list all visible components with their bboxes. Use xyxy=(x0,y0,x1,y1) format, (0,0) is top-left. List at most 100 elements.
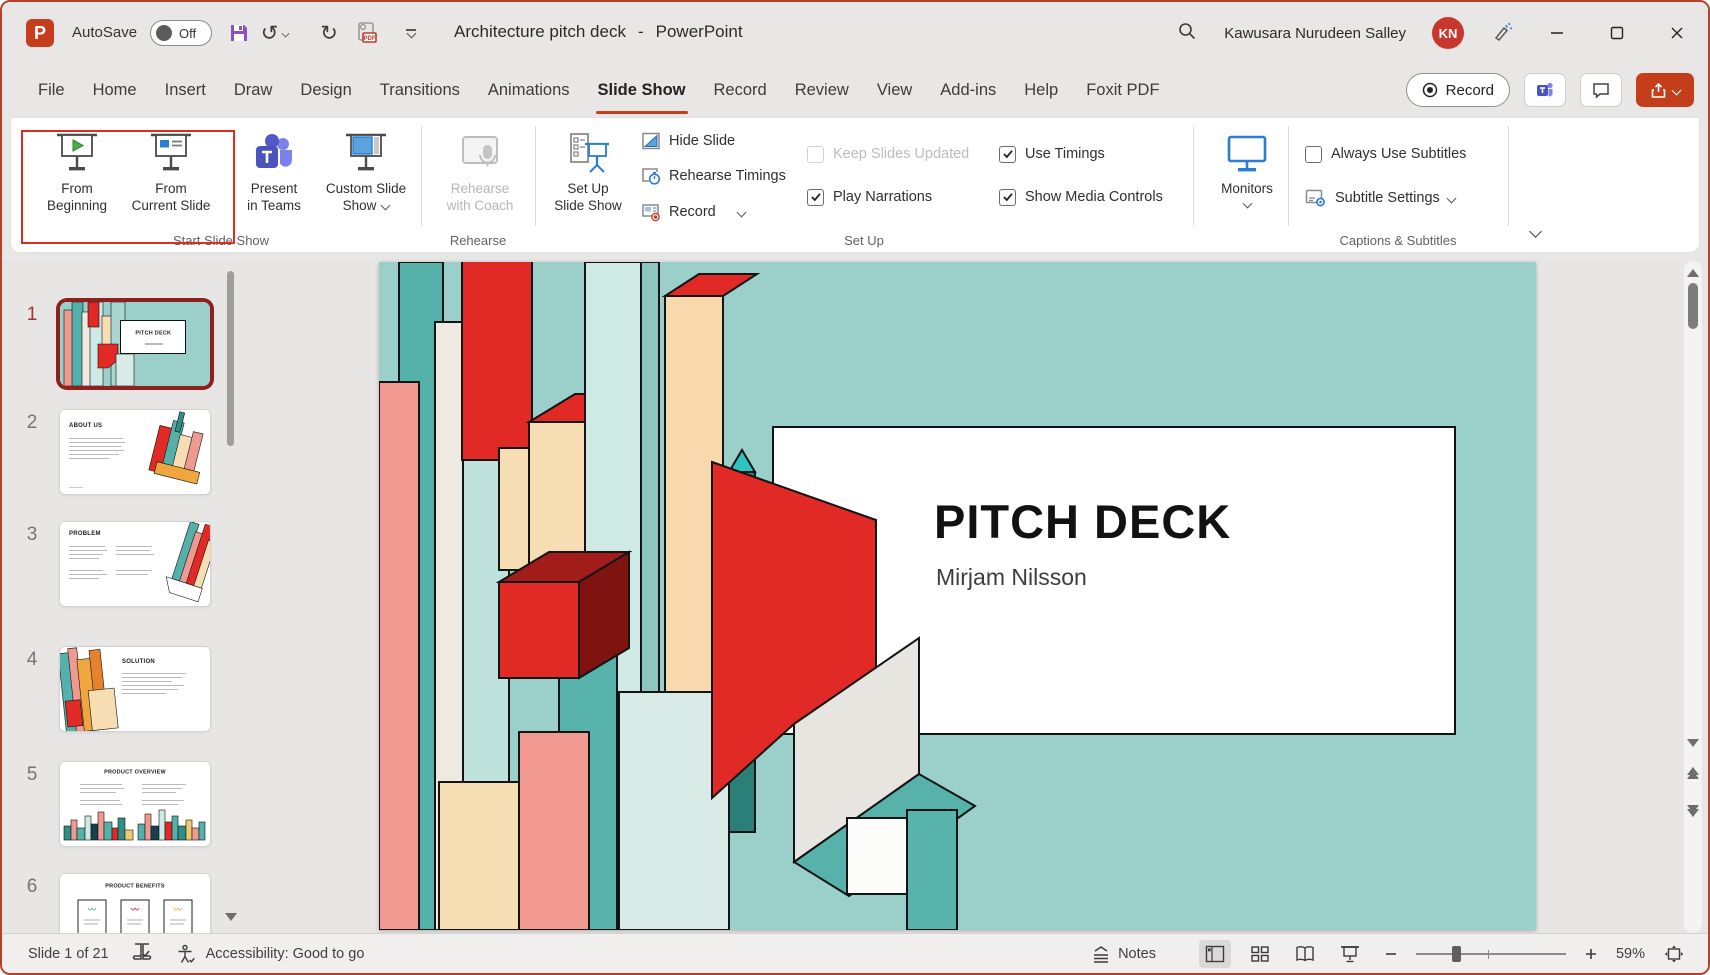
customize-quick-access-toolbar-button[interactable] xyxy=(396,18,426,48)
slide-show-view-button[interactable] xyxy=(1334,940,1366,968)
rehearse-with-coach-button[interactable]: Rehearse with Coach xyxy=(431,128,529,230)
hide-slide-button[interactable]: Hide Slide xyxy=(641,127,735,155)
minus-icon xyxy=(1385,952,1396,955)
set-up-slide-show-button[interactable]: Set Up Slide Show xyxy=(543,128,633,230)
subtitle-settings-chevron-icon[interactable] xyxy=(1446,193,1457,203)
scroll-down-arrow-icon[interactable] xyxy=(1687,739,1699,747)
present-in-teams-button[interactable]: Present in Teams xyxy=(233,128,315,230)
thumbnail-number: 3 xyxy=(26,524,38,545)
tab-file[interactable]: File xyxy=(24,64,79,117)
thumbnail-scrollbar[interactable] xyxy=(224,259,238,935)
always-use-subtitles-checkbox[interactable]: Always Use Subtitles xyxy=(1305,143,1466,165)
from-beginning-button[interactable]: From Beginning xyxy=(31,128,123,230)
scroll-up-arrow-icon[interactable] xyxy=(1687,269,1699,277)
zoom-in-button[interactable] xyxy=(1579,940,1603,968)
monitors-button[interactable]: Monitors xyxy=(1205,128,1289,230)
show-media-controls-checkbox[interactable]: Show Media Controls xyxy=(999,186,1163,208)
slide-scrollbar[interactable] xyxy=(1684,261,1702,933)
tab-draw[interactable]: Draw xyxy=(220,64,287,117)
tab-home[interactable]: Home xyxy=(79,64,151,117)
undo-button[interactable]: ↺ xyxy=(260,18,290,48)
next-slide-button[interactable] xyxy=(1687,805,1699,817)
foxit-pdf-quick-button[interactable]: PDF xyxy=(352,18,382,48)
avatar[interactable]: KN xyxy=(1432,17,1464,49)
normal-view-icon xyxy=(1205,945,1225,962)
close-button[interactable] xyxy=(1660,16,1694,50)
maximize-button[interactable] xyxy=(1600,16,1634,50)
tab-insert[interactable]: Insert xyxy=(151,64,220,117)
share-dropdown-chevron-icon[interactable] xyxy=(1671,85,1682,95)
slide-thumbnail-5[interactable]: PRODUCT OVERVIEW xyxy=(60,762,210,846)
redo-button[interactable]: ↻ xyxy=(314,18,344,48)
projector-slide-icon xyxy=(148,128,194,180)
play-narrations-checkbox[interactable]: Play Narrations xyxy=(807,186,932,208)
spell-check-button[interactable] xyxy=(131,941,153,967)
slide-thumbnail-3[interactable]: PROBLEM xyxy=(60,522,210,606)
record-slide-icon xyxy=(642,204,660,222)
fit-to-window-icon xyxy=(1664,945,1684,962)
reading-view-button[interactable] xyxy=(1289,940,1321,968)
use-timings-checkbox[interactable]: Use Timings xyxy=(999,143,1105,165)
accessibility-checker-button[interactable]: Accessibility: Good to go xyxy=(175,943,364,965)
previous-slide-button[interactable] xyxy=(1687,767,1699,779)
save-button[interactable] xyxy=(224,18,254,48)
group-divider xyxy=(1288,126,1289,226)
autosave-toggle[interactable]: Off xyxy=(150,20,212,46)
powerpoint-app-icon[interactable]: P xyxy=(26,19,54,47)
slide-sorter-view-button[interactable] xyxy=(1244,940,1276,968)
tab-help[interactable]: Help xyxy=(1010,64,1072,117)
slide-title[interactable]: PITCH DECK xyxy=(934,494,1231,549)
comments-button[interactable] xyxy=(1580,73,1622,107)
record-dropdown-chevron-icon[interactable] xyxy=(736,207,747,217)
record-presentation-button[interactable]: Record xyxy=(1405,73,1510,107)
tab-design[interactable]: Design xyxy=(286,64,365,117)
present-in-teams-quick-button[interactable] xyxy=(1524,73,1566,107)
checkbox-icon xyxy=(999,188,1016,206)
custom-slide-show-button[interactable]: Custom Slide Show xyxy=(317,128,415,230)
subtitle-settings-button[interactable]: Subtitle Settings xyxy=(1305,184,1457,212)
zoom-slider-track xyxy=(1415,953,1566,955)
keep-slides-updated-checkbox[interactable]: Keep Slides Updated xyxy=(807,143,969,165)
zoom-out-button[interactable] xyxy=(1379,940,1403,968)
tab-add-ins[interactable]: Add-ins xyxy=(926,64,1010,117)
undo-dropdown-chevron-icon[interactable] xyxy=(281,29,290,37)
rehearse-timings-button[interactable]: Rehearse Timings xyxy=(641,162,786,190)
slide-thumbnail-2[interactable]: ABOUT US xyxy=(60,410,210,494)
tab-record[interactable]: Record xyxy=(700,64,781,117)
notes-button[interactable]: Notes xyxy=(1091,945,1156,963)
ribbon-panel: From Beginning From Current Slide Presen… xyxy=(10,117,1700,253)
slide-sorter-icon xyxy=(1251,945,1269,962)
share-button[interactable] xyxy=(1636,73,1694,107)
tab-foxit-pdf[interactable]: Foxit PDF xyxy=(1072,64,1173,117)
collapse-ribbon-button[interactable] xyxy=(1521,218,1549,244)
thumbnail-title-box: PITCH DECK xyxy=(120,320,186,354)
normal-view-button[interactable] xyxy=(1198,939,1231,968)
fit-slide-to-window-button[interactable] xyxy=(1658,940,1690,968)
zoom-slider-thumb[interactable] xyxy=(1451,945,1461,962)
slide-thumbnail-6[interactable]: PRODUCT BENEFITS xyxy=(60,874,210,935)
slide-canvas[interactable]: PITCH DECK Mirjam Nilsson xyxy=(379,262,1536,930)
record-slide-show-button[interactable]: Record xyxy=(641,198,747,226)
slide-thumbnail-1[interactable]: PITCH DECK xyxy=(60,302,210,386)
slide-title-box[interactable]: PITCH DECK Mirjam Nilsson xyxy=(772,426,1456,735)
tab-transitions[interactable]: Transitions xyxy=(366,64,474,117)
scroll-down-arrow-icon[interactable] xyxy=(225,913,237,921)
scrollbar-thumb[interactable] xyxy=(1688,283,1698,329)
search-button[interactable] xyxy=(1176,20,1198,47)
reading-view-icon xyxy=(1296,945,1314,961)
comment-icon xyxy=(1593,83,1609,99)
scrollbar-thumb[interactable] xyxy=(227,271,234,446)
presenter-coach-button[interactable] xyxy=(1490,19,1514,48)
zoom-level[interactable]: 59% xyxy=(1616,946,1645,962)
user-name[interactable]: Kawusara Nurudeen Salley xyxy=(1224,25,1406,42)
tab-review[interactable]: Review xyxy=(781,64,863,117)
slide-subtitle[interactable]: Mirjam Nilsson xyxy=(936,564,1087,591)
tab-slide-show[interactable]: Slide Show xyxy=(584,64,700,117)
from-current-slide-button[interactable]: From Current Slide xyxy=(123,128,219,230)
plus-icon xyxy=(1585,948,1596,959)
tab-animations[interactable]: Animations xyxy=(474,64,584,117)
slide-thumbnail-4[interactable]: SOLUTION xyxy=(60,647,210,731)
minimize-button[interactable] xyxy=(1540,16,1574,50)
zoom-slider[interactable] xyxy=(1415,945,1566,962)
tab-view[interactable]: View xyxy=(863,64,926,117)
